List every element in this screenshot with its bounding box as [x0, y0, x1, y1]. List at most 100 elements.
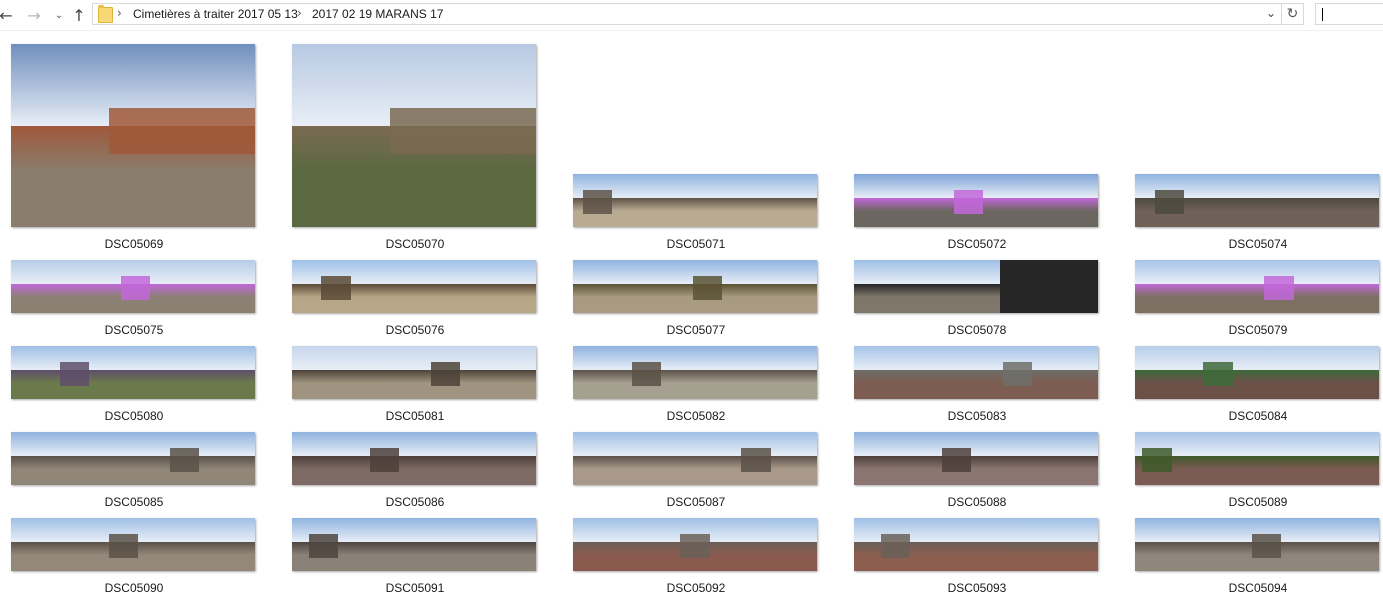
thumbnail-detail [169, 447, 199, 472]
arrow-left-icon[interactable]: ← [0, 4, 16, 26]
thumbnail-detail [431, 361, 461, 386]
thumbnail-sky [573, 346, 817, 370]
chevron-down-icon[interactable]: ⌄ [49, 4, 69, 26]
file-name-label: DSC05076 [385, 323, 445, 337]
thumbnail-detail [108, 108, 255, 154]
folder-icon [98, 5, 113, 23]
thumbnail-detail [680, 533, 710, 558]
file-name-label: DSC05084 [1228, 409, 1288, 423]
file-name-label: DSC05094 [1228, 581, 1288, 595]
thumbnail-ground [1135, 284, 1379, 313]
file-name-label: DSC05090 [104, 581, 164, 595]
file-thumbnail[interactable] [854, 260, 1098, 313]
file-thumbnail[interactable] [11, 346, 255, 399]
file-name-label: DSC05081 [385, 409, 445, 423]
thumbnail-sky [854, 432, 1098, 456]
thumbnail-detail [582, 189, 613, 214]
thumbnail-ground [292, 456, 536, 485]
breadcrumb-item[interactable]: Cimetières à traiter 2017 05 13 [133, 7, 298, 21]
file-name-label: DSC05086 [385, 495, 445, 509]
file-thumbnail[interactable] [573, 260, 817, 313]
thumbnail-detail [631, 361, 661, 386]
thumbnail-detail [692, 275, 722, 300]
file-thumbnail[interactable] [573, 432, 817, 485]
thumbnail-detail [941, 447, 972, 472]
file-name-label: DSC05071 [666, 237, 726, 251]
thumbnail-ground [292, 370, 536, 399]
file-thumbnail[interactable] [1135, 518, 1379, 571]
refresh-icon[interactable]: ↻ [1282, 3, 1304, 25]
thumbnail-sky [292, 346, 536, 370]
thumbnail-detail [108, 533, 138, 558]
file-thumbnail[interactable] [292, 518, 536, 571]
file-name-label: DSC05089 [1228, 495, 1288, 509]
thumbnail-detail [389, 108, 536, 154]
file-name-label: DSC05078 [947, 323, 1007, 337]
file-thumbnail[interactable] [1135, 260, 1379, 313]
file-name-label: DSC05079 [1228, 323, 1288, 337]
file-name-label: DSC05087 [666, 495, 726, 509]
file-name-label: DSC05074 [1228, 237, 1288, 251]
thumbnail-ground [854, 456, 1098, 485]
file-name-label: DSC05091 [385, 581, 445, 595]
address-bar[interactable]: › Cimetières à traiter 2017 05 13 › 2017… [92, 3, 1282, 25]
thumbnail-detail [1000, 260, 1098, 313]
chevron-right-icon[interactable]: › [117, 6, 122, 20]
thumbnail-ground [11, 456, 255, 485]
chevron-right-icon[interactable]: › [297, 6, 302, 20]
file-thumbnail[interactable] [573, 518, 817, 571]
thumbnail-detail [741, 447, 771, 472]
arrow-right-icon[interactable]: → [24, 4, 44, 26]
chevron-down-icon[interactable]: ⌄ [1266, 6, 1276, 20]
thumbnail-ground [573, 370, 817, 399]
file-thumbnail[interactable] [11, 432, 255, 485]
file-thumbnail[interactable] [1135, 346, 1379, 399]
file-grid: DSC05069 DSC05070 DSC05071 DSC05072 DSC05074… [0, 30, 1383, 599]
thumbnail-detail [120, 275, 151, 300]
file-thumbnail[interactable] [1135, 174, 1379, 227]
breadcrumb-item[interactable]: 2017 02 19 MARANS 17 [312, 7, 443, 21]
file-thumbnail[interactable] [292, 432, 536, 485]
thumbnail-ground [1135, 370, 1379, 399]
thumbnail-detail [370, 447, 400, 472]
file-name-label: DSC05085 [104, 495, 164, 509]
thumbnail-sky [292, 432, 536, 456]
file-thumbnail[interactable] [11, 44, 255, 227]
thumbnail-sky [573, 432, 817, 456]
file-thumbnail[interactable] [11, 260, 255, 313]
file-thumbnail[interactable] [292, 44, 536, 227]
arrow-up-icon[interactable]: ↑ [69, 4, 89, 26]
thumbnail-detail [1252, 533, 1282, 558]
file-thumbnail[interactable] [292, 260, 536, 313]
thumbnail-ground [573, 456, 817, 485]
thumbnail-detail [1142, 447, 1172, 472]
navigation-toolbar: ← → ⌄ ↑ › Cimetières à traiter 2017 05 1… [0, 0, 1383, 31]
thumbnail-ground [11, 370, 255, 399]
text-caret [1322, 8, 1323, 21]
file-name-label: DSC05072 [947, 237, 1007, 251]
file-name-label: DSC05092 [666, 581, 726, 595]
search-input[interactable] [1315, 3, 1383, 25]
thumbnail-sky [11, 432, 255, 456]
file-thumbnail[interactable] [854, 346, 1098, 399]
file-thumbnail[interactable] [1135, 432, 1379, 485]
file-name-label: DSC05088 [947, 495, 1007, 509]
thumbnail-sky [1135, 260, 1379, 284]
file-thumbnail[interactable] [854, 432, 1098, 485]
file-name-label: DSC05070 [385, 237, 445, 251]
thumbnail-sky [1135, 346, 1379, 370]
file-thumbnail[interactable] [854, 518, 1098, 571]
thumbnail-detail [1203, 361, 1233, 386]
thumbnail-detail [880, 533, 911, 558]
thumbnail-detail [309, 533, 339, 558]
file-thumbnail[interactable] [11, 518, 255, 571]
thumbnail-sky [854, 346, 1098, 370]
thumbnail-detail [1002, 361, 1033, 386]
thumbnail-detail [1264, 275, 1294, 300]
file-thumbnail[interactable] [292, 346, 536, 399]
file-thumbnail[interactable] [854, 174, 1098, 227]
file-thumbnail[interactable] [573, 174, 817, 227]
file-thumbnail[interactable] [573, 346, 817, 399]
thumbnail-ground [854, 370, 1098, 399]
thumbnail-detail [1154, 189, 1184, 214]
